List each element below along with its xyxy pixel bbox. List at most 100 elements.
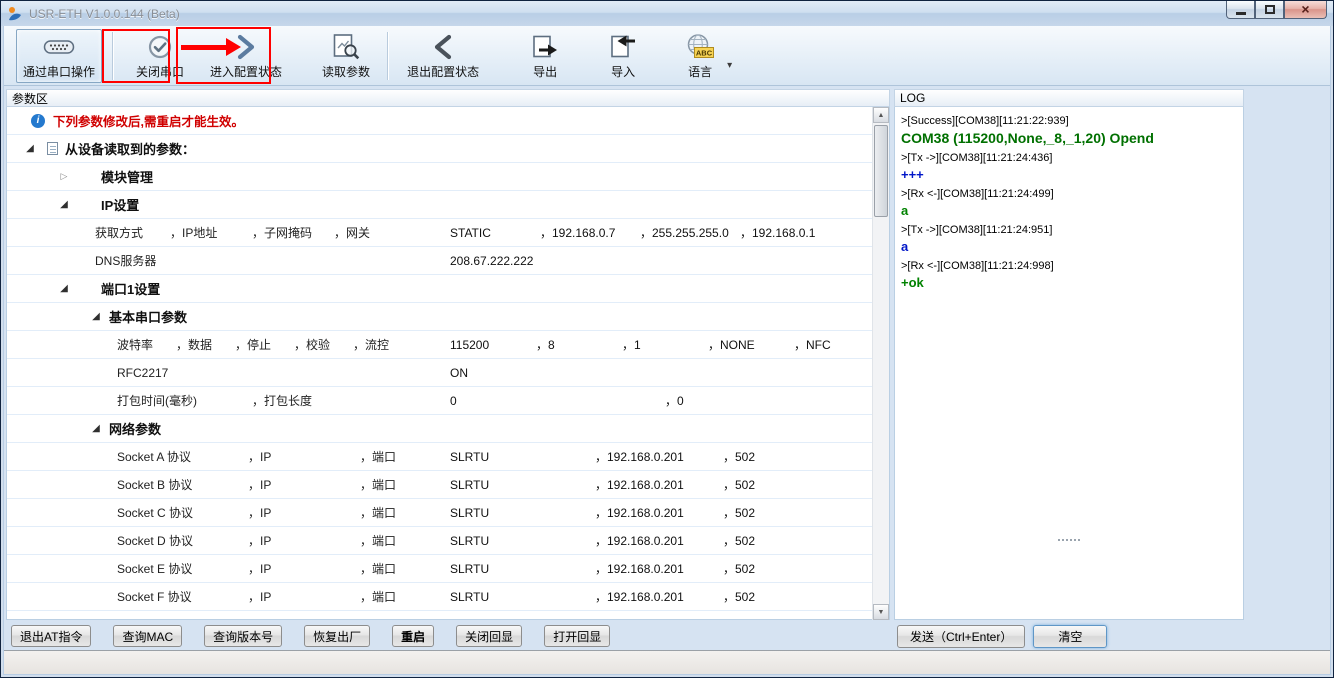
param-label: Socket C 协议 (117, 499, 248, 527)
scroll-up-icon[interactable] (873, 107, 889, 123)
param-value[interactable]: ，192.168.0.201 (595, 443, 723, 471)
param-value[interactable]: ，192.168.0.201 (595, 471, 723, 499)
toolbar-button-enter-config[interactable]: 进入配置状态 (203, 29, 289, 83)
tree-group-network-params[interactable]: ◢网络参数 (7, 415, 889, 443)
param-value[interactable]: ，0 (665, 387, 880, 415)
minimize-icon[interactable] (1226, 1, 1255, 19)
param-label: ，IP (248, 443, 360, 471)
tree-group-ip-settings[interactable]: ◢IP设置 (7, 191, 889, 219)
toolbar-button-label: 进入配置状态 (210, 63, 282, 80)
footer-button-echo-off[interactable]: 关闭回显 (456, 625, 522, 647)
param-value[interactable]: SLRTU (450, 499, 595, 527)
log-entry: +ok (901, 275, 1237, 290)
scroll-down-icon[interactable] (873, 604, 889, 620)
param-value[interactable]: SLRTU (450, 471, 595, 499)
params-panel-title: 参数区 (12, 90, 48, 107)
param-values: ON (450, 359, 468, 387)
param-label: 波特率 (117, 331, 176, 359)
param-value[interactable]: ，192.168.0.7 (540, 219, 640, 247)
export-icon (531, 32, 559, 62)
param-value[interactable]: ON (450, 359, 468, 387)
expander-expanded-icon[interactable]: ◢ (89, 423, 103, 434)
send-button[interactable]: 发送（Ctrl+Enter） (897, 625, 1025, 648)
param-value[interactable]: ，502 (723, 555, 851, 583)
param-label: ，流控 (353, 331, 412, 359)
log-entry: >[Tx ->][COM38][11:21:24:951] (901, 224, 1237, 236)
log-splitter-grip[interactable] (1058, 539, 1080, 541)
log-entry: >[Rx <-][COM38][11:21:24:998] (901, 260, 1237, 272)
log-view[interactable]: >[Success][COM38][11:21:22:939]COM38 (11… (894, 107, 1244, 620)
param-values: SLRTU，192.168.0.201，502 (450, 555, 851, 583)
param-value[interactable]: ，192.168.0.1 (740, 219, 840, 247)
tree-node-label: 模块管理 (101, 167, 153, 186)
toolbar-button-export[interactable]: 导出 (524, 29, 566, 83)
toolbar-button-close-serial[interactable]: 关闭串口 (129, 29, 191, 83)
param-label: ，打包长度 (252, 387, 387, 415)
param-value[interactable]: ，NONE (708, 331, 794, 359)
expander-expanded-icon[interactable]: ◢ (57, 199, 71, 210)
maximize-icon[interactable] (1255, 1, 1284, 19)
param-value[interactable]: ，502 (723, 471, 851, 499)
param-value[interactable]: 0 (450, 387, 665, 415)
param-value[interactable]: SLRTU (450, 527, 595, 555)
expander-collapsed-icon[interactable]: ▷ (57, 171, 71, 182)
footer-button-query-version[interactable]: 查询版本号 (204, 625, 282, 647)
toolbar-button-exit-config[interactable]: 退出配置状态 (400, 29, 486, 83)
toolbar-button-import[interactable]: 导入 (602, 29, 644, 83)
toolbar-button-read-params[interactable]: 读取参数 (315, 29, 377, 83)
param-value[interactable]: 115200 (450, 331, 536, 359)
clear-button[interactable]: 清空 (1033, 625, 1107, 648)
param-label: 打包时间(毫秒) (117, 387, 252, 415)
param-value[interactable]: ，255.255.255.0 (640, 219, 740, 247)
expander-expanded-icon[interactable]: ◢ (57, 283, 71, 294)
titlebar[interactable]: USR-ETH V1.0.0.144 (Beta) (1, 1, 1333, 26)
param-label: Socket B 协议 (117, 471, 248, 499)
param-value[interactable]: 208.67.222.222 (450, 247, 533, 275)
footer-button-exit-at[interactable]: 退出AT指令 (11, 625, 91, 647)
param-label: ，停止 (235, 331, 294, 359)
param-value[interactable]: ，192.168.0.201 (595, 527, 723, 555)
param-value[interactable]: STATIC (450, 219, 540, 247)
param-row-rfc2217: RFC2217ON (7, 359, 889, 387)
param-value[interactable]: ，192.168.0.201 (595, 499, 723, 527)
language-dropdown-caret-icon[interactable] (727, 60, 732, 71)
param-value[interactable]: ，502 (723, 583, 851, 611)
log-entry: >[Tx ->][COM38][11:21:24:436] (901, 152, 1237, 164)
import-icon (609, 32, 637, 62)
scrollbar-thumb[interactable] (874, 125, 888, 217)
param-value[interactable]: SLRTU (450, 583, 595, 611)
globe-abc-icon: ABC (685, 32, 715, 62)
param-value[interactable]: ，8 (536, 331, 622, 359)
toolbar-button-serial-op[interactable]: 通过串口操作 (16, 29, 102, 83)
toolbar-button-label: 导入 (611, 63, 635, 80)
footer-button-restart[interactable]: 重启 (392, 625, 434, 647)
param-label: ，网关 (334, 219, 416, 247)
footer-button-factory-reset[interactable]: 恢复出厂 (304, 625, 370, 647)
param-labels: 打包时间(毫秒)，打包长度 (117, 387, 387, 415)
param-labels: Socket B 协议，IP，端口 (117, 471, 472, 499)
param-values: SLRTU，192.168.0.201，502 (450, 499, 851, 527)
toolbar-button-language[interactable]: ABC语言 (678, 29, 722, 83)
param-tree: 下列参数修改后,需重启才能生效。◢从设备读取到的参数：▷模块管理◢IP设置获取方… (6, 107, 890, 620)
tree-group-port1-settings[interactable]: ◢端口1设置 (7, 275, 889, 303)
document-icon (47, 142, 58, 155)
tree-root[interactable]: ◢从设备读取到的参数： (7, 135, 889, 163)
param-value[interactable]: ，502 (723, 443, 851, 471)
expander-expanded-icon[interactable]: ◢ (89, 311, 103, 322)
tree-group-module-management[interactable]: ▷ 模块管理 (7, 163, 889, 191)
param-value[interactable]: ，NFC (794, 331, 880, 359)
param-value[interactable]: ，1 (622, 331, 708, 359)
footer-button-echo-on[interactable]: 打开回显 (544, 625, 610, 647)
param-value[interactable]: ，502 (723, 499, 851, 527)
tree-group-basic-serial-params[interactable]: ◢基本串口参数 (7, 303, 889, 331)
param-labels: 波特率，数据，停止，校验，流控 (117, 331, 412, 359)
param-value[interactable]: ，192.168.0.201 (595, 583, 723, 611)
close-icon[interactable] (1284, 1, 1327, 19)
expander-expanded-icon[interactable]: ◢ (23, 143, 37, 154)
param-value[interactable]: SLRTU (450, 555, 595, 583)
param-value[interactable]: ，502 (723, 527, 851, 555)
param-value[interactable]: ，192.168.0.201 (595, 555, 723, 583)
param-value[interactable]: SLRTU (450, 443, 595, 471)
tree-scrollbar[interactable] (872, 107, 889, 620)
footer-button-query-mac[interactable]: 查询MAC (113, 625, 182, 647)
